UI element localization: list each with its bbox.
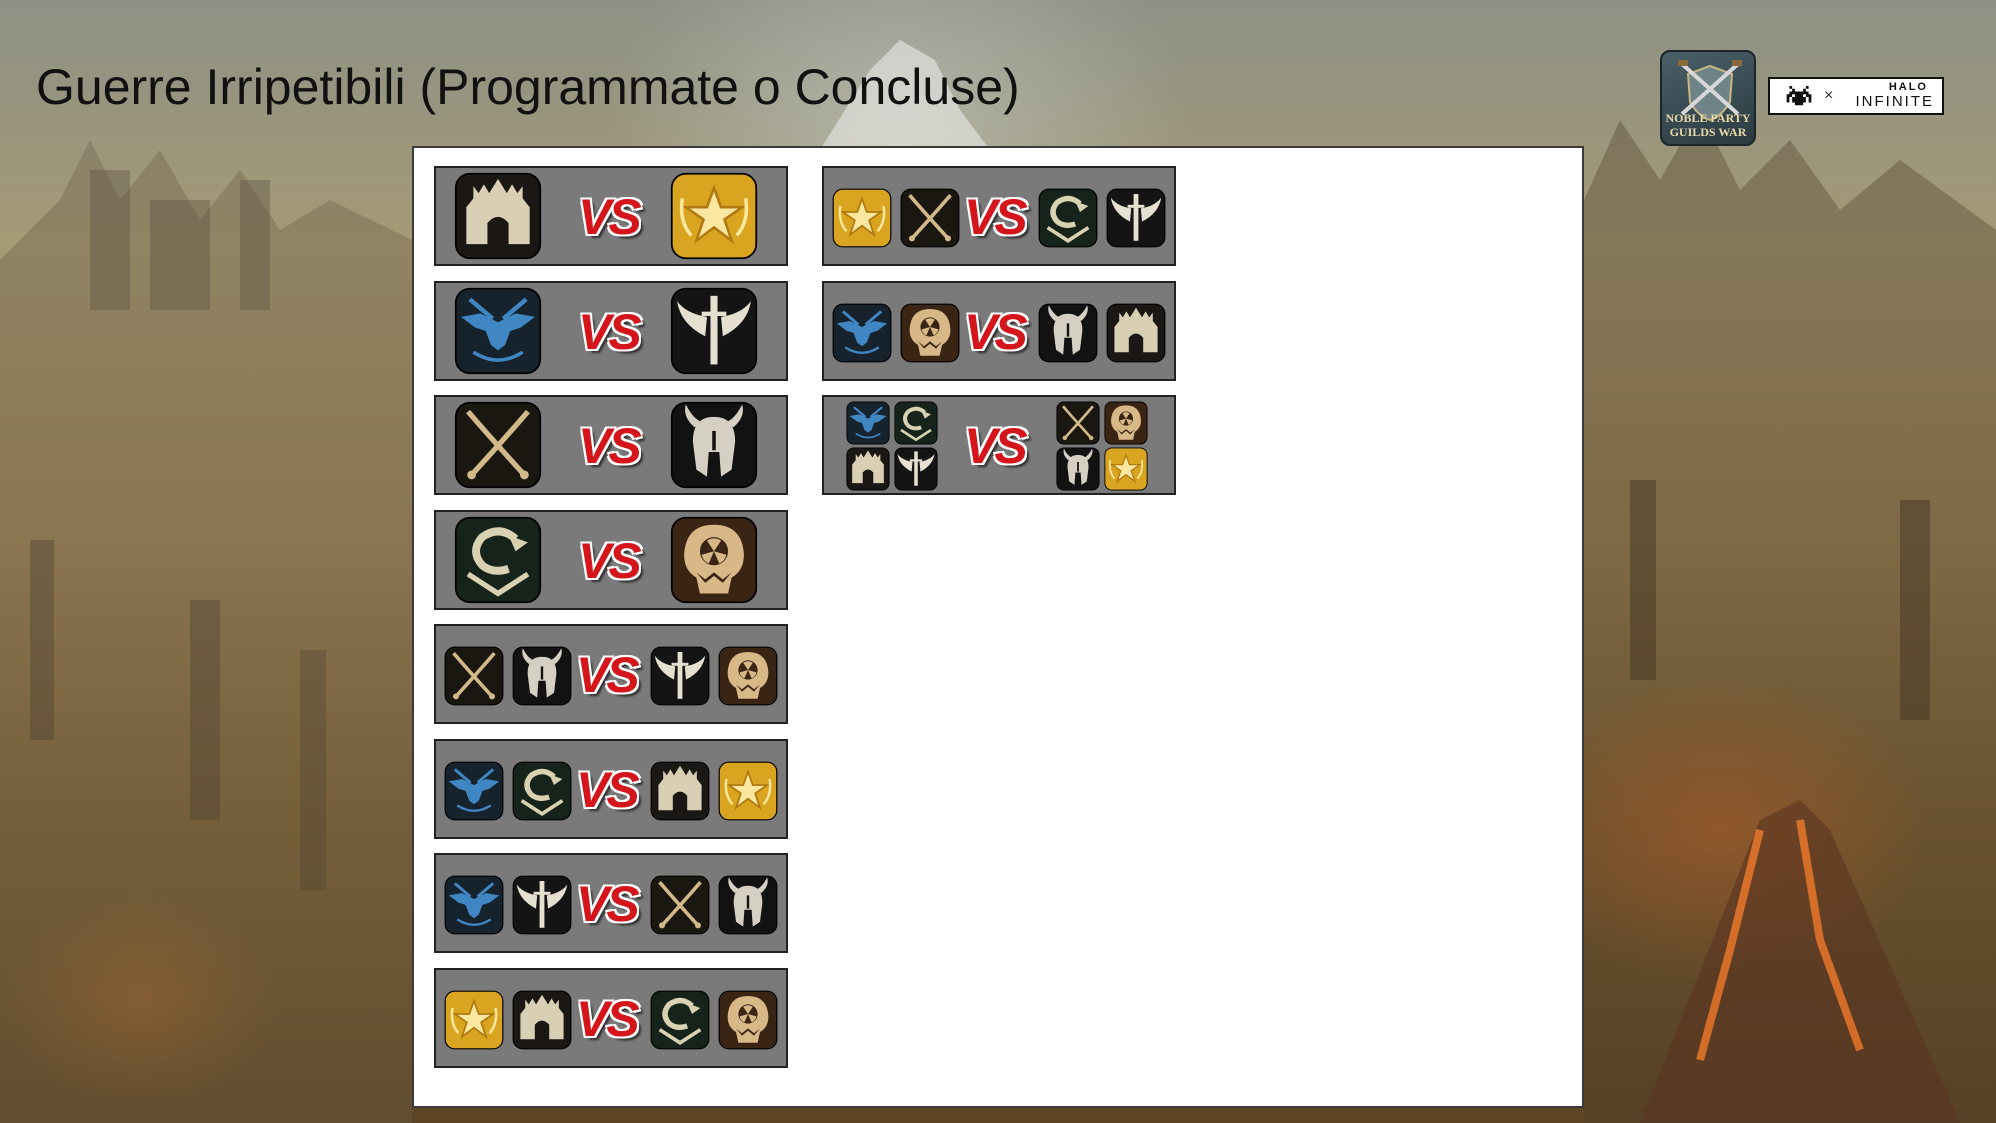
versus-label: VS — [576, 761, 640, 818]
crossed-swords-icon — [454, 401, 542, 489]
space-invader-icon — [1786, 86, 1812, 106]
serpent-icon — [512, 761, 572, 821]
versus-label: VS — [576, 647, 640, 703]
war-match-card: VS — [434, 509, 788, 610]
versus-label: VS — [578, 303, 642, 360]
star-wings-icon — [832, 188, 892, 248]
logo-halo-text: HALO — [1888, 81, 1928, 93]
versus-label: VS — [964, 303, 1028, 360]
winged-sword-icon — [512, 875, 572, 935]
radiation-skull-icon — [718, 990, 778, 1050]
winged-sword-icon — [670, 287, 758, 375]
war-match-card: VS — [434, 738, 788, 839]
eagle-swords-icon — [454, 287, 542, 375]
war-match-card: VS — [434, 280, 788, 381]
eagle-swords-icon — [832, 303, 892, 363]
star-wings-icon — [1104, 447, 1148, 491]
star-wings-icon — [670, 172, 758, 260]
winged-sword-icon — [1106, 188, 1166, 248]
noble-logo-line2: GUILDS WAR — [1669, 125, 1747, 139]
crossed-swords-icon — [444, 646, 504, 706]
logo-infinite-text: INFINITE — [1855, 93, 1934, 110]
winged-sword-icon — [650, 646, 710, 706]
versus-label: VS — [964, 418, 1028, 474]
star-wings-icon — [718, 761, 778, 821]
versus-label: VS — [578, 189, 642, 245]
war-match-card: VS — [434, 395, 788, 495]
serpent-icon — [1038, 188, 1098, 248]
horned-helmet-icon — [718, 875, 778, 935]
versus-label: VS — [576, 990, 640, 1047]
crossed-swords-icon — [900, 188, 960, 248]
radiation-skull-icon — [718, 646, 778, 706]
crossed-swords-icon — [1056, 401, 1100, 445]
radiation-skull-icon — [670, 516, 758, 604]
star-wings-icon — [444, 990, 504, 1050]
noble-logo-line1: NOBLE PARTY — [1665, 111, 1751, 125]
versus-label: VS — [964, 189, 1028, 245]
war-match-card: VS — [822, 395, 1176, 495]
eagle-swords-icon — [846, 401, 890, 445]
war-match-card: VS — [822, 280, 1176, 381]
wars-panel: VS VS VS VS VS VS VS VS VS VS VS — [412, 146, 1584, 1108]
war-match-card: VS — [434, 624, 788, 724]
castle-icon — [512, 990, 572, 1050]
castle-icon — [650, 761, 710, 821]
noble-party-logo: NOBLE PARTY GUILDS WAR — [1660, 50, 1756, 146]
horned-helmet-icon — [1056, 447, 1100, 491]
war-match-card: VS — [434, 967, 788, 1068]
serpent-icon — [650, 990, 710, 1050]
versus-label: VS — [576, 876, 640, 932]
horned-helmet-icon — [670, 401, 758, 489]
crossed-swords-icon — [650, 875, 710, 935]
castle-icon — [454, 172, 542, 260]
horned-helmet-icon — [1038, 303, 1098, 363]
radiation-skull-icon — [900, 303, 960, 363]
logo-times: × — [1824, 87, 1834, 104]
war-match-card: VS — [434, 166, 788, 266]
castle-icon — [1106, 303, 1166, 363]
war-match-card: VS — [822, 166, 1176, 266]
serpent-icon — [894, 401, 938, 445]
castle-icon — [846, 447, 890, 491]
radiation-skull-icon — [1104, 401, 1148, 445]
winged-sword-icon — [894, 447, 938, 491]
eagle-swords-icon — [444, 875, 504, 935]
versus-label: VS — [578, 532, 642, 589]
versus-label: VS — [578, 418, 642, 474]
serpent-icon — [454, 516, 542, 604]
halo-infinite-logo: × HALO INFINITE — [1768, 77, 1944, 115]
eagle-swords-icon — [444, 761, 504, 821]
page-title: Guerre Irripetibili (Programmate o Concl… — [36, 59, 1020, 115]
horned-helmet-icon — [512, 646, 572, 706]
war-match-card: VS — [434, 853, 788, 953]
